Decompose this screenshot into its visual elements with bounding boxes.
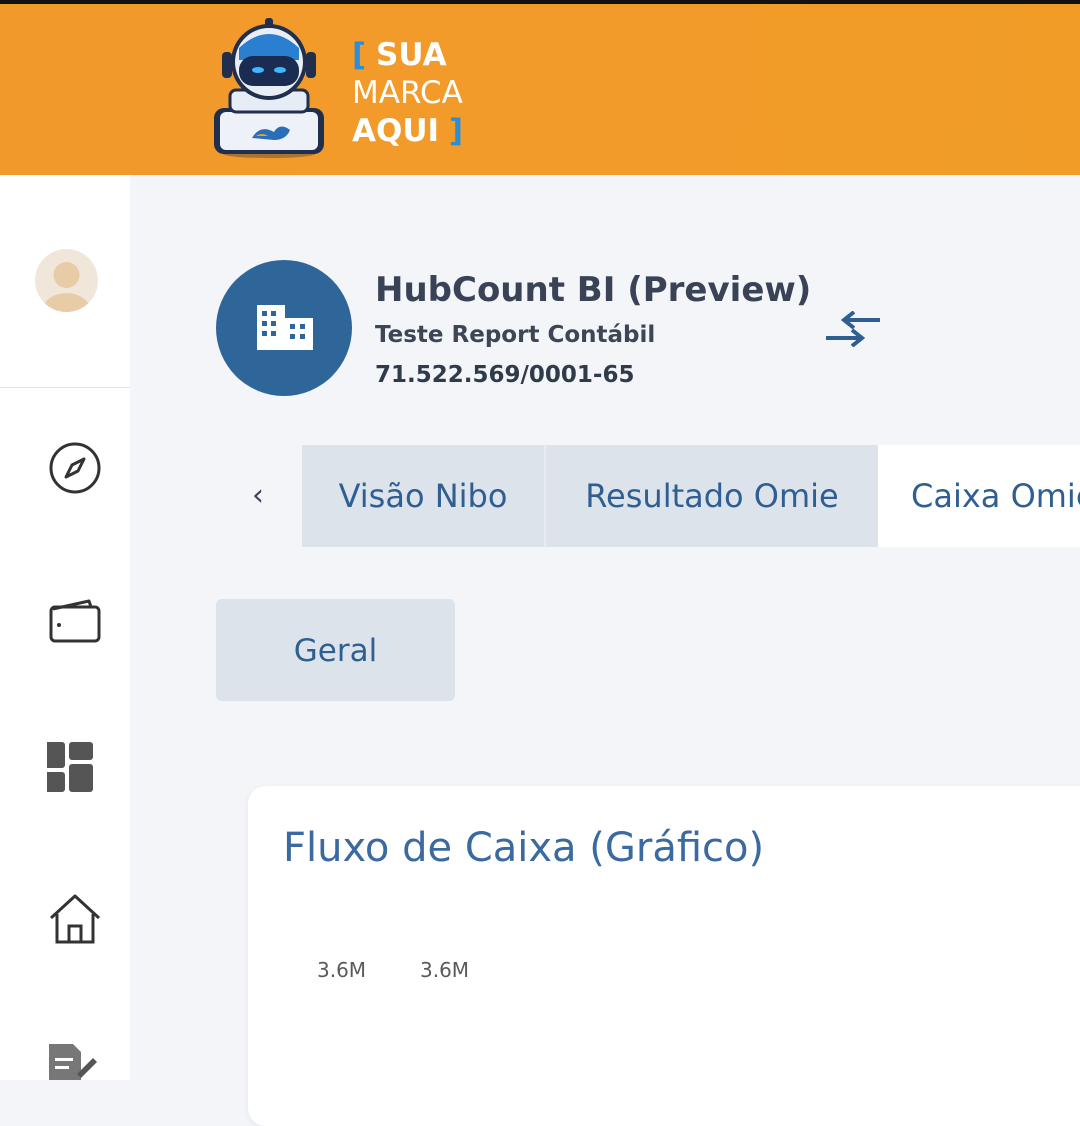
brand-wordmark: [ SUA MARCA AQUI ] xyxy=(352,36,463,150)
home-icon[interactable] xyxy=(47,890,103,946)
compass-icon[interactable] xyxy=(47,440,103,496)
tab-visao-nibo[interactable]: Visão Nibo xyxy=(302,445,546,547)
sidebar-divider xyxy=(0,387,130,388)
report-name: Teste Report Contábil xyxy=(375,322,656,348)
bracket-close: ] xyxy=(448,113,464,149)
robot-mascot-logo xyxy=(214,18,324,158)
tabs-prev-button[interactable]: ‹ xyxy=(242,476,274,516)
company-logo xyxy=(216,260,352,396)
brand-line-2: MARCA xyxy=(352,75,463,111)
company-cnpj: 71.522.569/0001-65 xyxy=(375,362,635,388)
tab-resultado-omie[interactable]: Resultado Omie xyxy=(546,445,878,547)
building-icon xyxy=(257,305,313,350)
brand-line-3: AQUI xyxy=(352,113,440,149)
subtab-geral[interactable]: Geral xyxy=(216,599,455,701)
card-title: Fluxo de Caixa (Gráfico) xyxy=(283,825,765,871)
dashboard-icon[interactable] xyxy=(47,740,103,796)
data-label: 3.6M xyxy=(420,958,470,982)
switch-company-icon[interactable] xyxy=(824,311,882,347)
top-header xyxy=(0,0,1080,175)
sidebar xyxy=(0,175,130,1080)
brand-line-1: SUA xyxy=(376,37,447,73)
bracket-open: [ xyxy=(352,37,367,73)
report-edit-icon[interactable] xyxy=(47,1040,103,1096)
data-label: 3.6M xyxy=(317,958,367,982)
user-avatar[interactable] xyxy=(35,249,98,312)
company-name: HubCount BI (Preview) xyxy=(375,270,812,310)
tab-caixa-omie[interactable]: Caixa Omie xyxy=(878,445,1080,547)
user-silhouette-icon xyxy=(42,262,91,312)
wallet-icon[interactable] xyxy=(47,593,103,649)
